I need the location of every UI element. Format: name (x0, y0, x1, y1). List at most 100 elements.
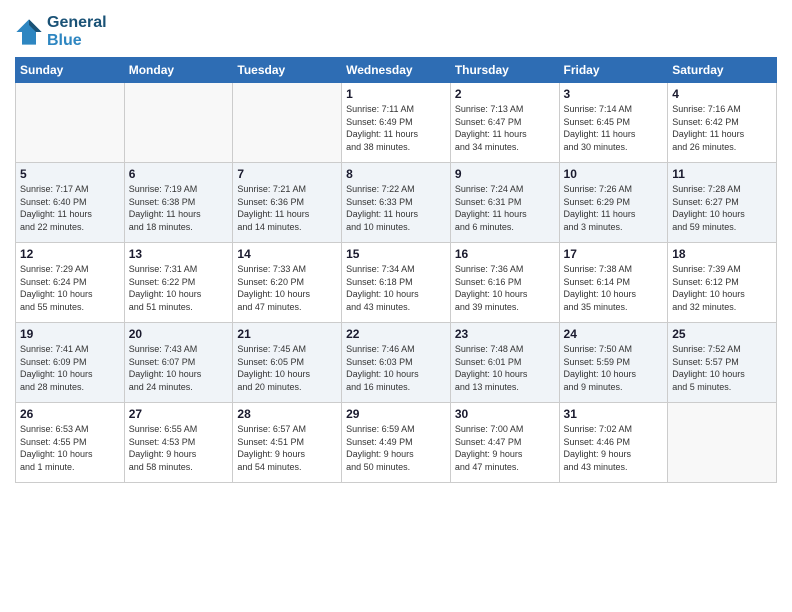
day-number: 20 (129, 327, 229, 341)
header: General Blue (15, 10, 777, 49)
calendar-cell: 19 Sunrise: 7:41 AMSunset: 6:09 PMDayligh… (16, 323, 125, 403)
day-info: Sunrise: 6:55 AMSunset: 4:53 PMDaylight:… (129, 423, 229, 473)
calendar-header-saturday: Saturday (668, 58, 777, 83)
day-info: Sunrise: 7:43 AMSunset: 6:07 PMDaylight:… (129, 343, 229, 393)
day-number: 8 (346, 167, 446, 181)
day-number: 15 (346, 247, 446, 261)
day-number: 5 (20, 167, 120, 181)
calendar-cell: 3 Sunrise: 7:14 AMSunset: 6:45 PMDaylight… (559, 83, 668, 163)
calendar-cell: 29 Sunrise: 6:59 AMSunset: 4:49 PMDayligh… (342, 403, 451, 483)
day-info: Sunrise: 7:19 AMSunset: 6:38 PMDaylight:… (129, 183, 229, 233)
calendar-cell: 16Sunrise: 7:36 AMSunset: 6:16 PMDayligh… (450, 243, 559, 323)
day-number: 2 (455, 87, 555, 101)
calendar: SundayMondayTuesdayWednesdayThursdayFrid… (15, 57, 777, 483)
day-number: 25 (672, 327, 772, 341)
day-info: Sunrise: 7:11 AMSunset: 6:49 PMDaylight:… (346, 103, 446, 153)
day-info: Sunrise: 7:28 AMSunset: 6:27 PMDaylight:… (672, 183, 772, 233)
day-number: 17 (564, 247, 664, 261)
day-info: Sunrise: 7:45 AMSunset: 6:05 PMDaylight:… (237, 343, 337, 393)
calendar-week-3: 12 Sunrise: 7:29 AMSunset: 6:24 PMDayligh… (16, 243, 777, 323)
day-number: 21 (237, 327, 337, 341)
calendar-cell: 8 Sunrise: 7:22 AMSunset: 6:33 PMDaylight… (342, 163, 451, 243)
calendar-cell: 15 Sunrise: 7:34 AMSunset: 6:18 PMDayligh… (342, 243, 451, 323)
page: General Blue SundayMondayTuesdayWednesda… (0, 0, 792, 493)
day-number: 13 (129, 247, 229, 261)
day-info: Sunrise: 7:21 AMSunset: 6:36 PMDaylight:… (237, 183, 337, 233)
day-info: Sunrise: 6:53 AMSunset: 4:55 PMDaylight:… (20, 423, 120, 473)
calendar-cell: 23 Sunrise: 7:48 AMSunset: 6:01 PMDayligh… (450, 323, 559, 403)
day-number: 6 (129, 167, 229, 181)
day-info: Sunrise: 7:34 AMSunset: 6:18 PMDaylight:… (346, 263, 446, 313)
calendar-cell: 4 Sunrise: 7:16 AMSunset: 6:42 PMDaylight… (668, 83, 777, 163)
day-number: 26 (20, 407, 120, 421)
day-number: 30 (455, 407, 555, 421)
calendar-cell: 11 Sunrise: 7:28 AMSunset: 6:27 PMDayligh… (668, 163, 777, 243)
day-number: 27 (129, 407, 229, 421)
calendar-cell: 18Sunrise: 7:39 AMSunset: 6:12 PMDayligh… (668, 243, 777, 323)
day-info: Sunrise: 7:17 AMSunset: 6:40 PMDaylight:… (20, 183, 120, 233)
calendar-cell: 24 Sunrise: 7:50 AMSunset: 5:59 PMDayligh… (559, 323, 668, 403)
calendar-cell: 9Sunrise: 7:24 AMSunset: 6:31 PMDaylight… (450, 163, 559, 243)
logo-text: General Blue (47, 14, 107, 49)
day-info: Sunrise: 7:13 AMSunset: 6:47 PMDaylight:… (455, 103, 555, 153)
day-number: 14 (237, 247, 337, 261)
calendar-cell: 28 Sunrise: 6:57 AMSunset: 4:51 PMDayligh… (233, 403, 342, 483)
day-info: Sunrise: 7:14 AMSunset: 6:45 PMDaylight:… (564, 103, 664, 153)
day-number: 29 (346, 407, 446, 421)
day-info: Sunrise: 7:33 AMSunset: 6:20 PMDaylight:… (237, 263, 337, 313)
day-number: 4 (672, 87, 772, 101)
calendar-cell (124, 83, 233, 163)
day-info: Sunrise: 7:31 AMSunset: 6:22 PMDaylight:… (129, 263, 229, 313)
logo: General Blue (15, 14, 107, 49)
day-number: 12 (20, 247, 120, 261)
day-number: 22 (346, 327, 446, 341)
day-number: 18 (672, 247, 772, 261)
calendar-cell: 31Sunrise: 7:02 AMSunset: 4:46 PMDayligh… (559, 403, 668, 483)
day-info: Sunrise: 7:22 AMSunset: 6:33 PMDaylight:… (346, 183, 446, 233)
day-info: Sunrise: 7:29 AMSunset: 6:24 PMDaylight:… (20, 263, 120, 313)
calendar-cell: 10Sunrise: 7:26 AMSunset: 6:29 PMDayligh… (559, 163, 668, 243)
calendar-header-tuesday: Tuesday (233, 58, 342, 83)
day-number: 24 (564, 327, 664, 341)
day-number: 7 (237, 167, 337, 181)
day-info: Sunrise: 7:00 AMSunset: 4:47 PMDaylight:… (455, 423, 555, 473)
calendar-week-1: 1 Sunrise: 7:11 AMSunset: 6:49 PMDaylight… (16, 83, 777, 163)
calendar-cell: 21 Sunrise: 7:45 AMSunset: 6:05 PMDayligh… (233, 323, 342, 403)
calendar-cell (233, 83, 342, 163)
calendar-header-monday: Monday (124, 58, 233, 83)
calendar-cell (16, 83, 125, 163)
calendar-cell: 22Sunrise: 7:46 AMSunset: 6:03 PMDayligh… (342, 323, 451, 403)
day-number: 3 (564, 87, 664, 101)
day-info: Sunrise: 7:52 AMSunset: 5:57 PMDaylight:… (672, 343, 772, 393)
day-info: Sunrise: 7:48 AMSunset: 6:01 PMDaylight:… (455, 343, 555, 393)
calendar-cell: 17 Sunrise: 7:38 AMSunset: 6:14 PMDayligh… (559, 243, 668, 323)
day-info: Sunrise: 7:38 AMSunset: 6:14 PMDaylight:… (564, 263, 664, 313)
day-number: 1 (346, 87, 446, 101)
calendar-cell: 7 Sunrise: 7:21 AMSunset: 6:36 PMDaylight… (233, 163, 342, 243)
calendar-cell: 2 Sunrise: 7:13 AMSunset: 6:47 PMDaylight… (450, 83, 559, 163)
day-number: 11 (672, 167, 772, 181)
day-info: Sunrise: 7:26 AMSunset: 6:29 PMDaylight:… (564, 183, 664, 233)
day-info: Sunrise: 6:59 AMSunset: 4:49 PMDaylight:… (346, 423, 446, 473)
day-info: Sunrise: 6:57 AMSunset: 4:51 PMDaylight:… (237, 423, 337, 473)
calendar-cell: 27 Sunrise: 6:55 AMSunset: 4:53 PMDayligh… (124, 403, 233, 483)
day-info: Sunrise: 7:02 AMSunset: 4:46 PMDaylight:… (564, 423, 664, 473)
calendar-cell: 13 Sunrise: 7:31 AMSunset: 6:22 PMDayligh… (124, 243, 233, 323)
day-info: Sunrise: 7:50 AMSunset: 5:59 PMDaylight:… (564, 343, 664, 393)
day-info: Sunrise: 7:16 AMSunset: 6:42 PMDaylight:… (672, 103, 772, 153)
day-number: 23 (455, 327, 555, 341)
calendar-cell: 26 Sunrise: 6:53 AMSunset: 4:55 PMDayligh… (16, 403, 125, 483)
day-number: 19 (20, 327, 120, 341)
day-info: Sunrise: 7:24 AMSunset: 6:31 PMDaylight:… (455, 183, 555, 233)
calendar-week-2: 5 Sunrise: 7:17 AMSunset: 6:40 PMDaylight… (16, 163, 777, 243)
day-number: 28 (237, 407, 337, 421)
calendar-cell: 6 Sunrise: 7:19 AMSunset: 6:38 PMDaylight… (124, 163, 233, 243)
day-info: Sunrise: 7:41 AMSunset: 6:09 PMDaylight:… (20, 343, 120, 393)
calendar-cell: 20 Sunrise: 7:43 AMSunset: 6:07 PMDayligh… (124, 323, 233, 403)
calendar-cell: 12 Sunrise: 7:29 AMSunset: 6:24 PMDayligh… (16, 243, 125, 323)
calendar-header-thursday: Thursday (450, 58, 559, 83)
logo-icon (15, 18, 43, 46)
calendar-header-sunday: Sunday (16, 58, 125, 83)
calendar-cell: 5 Sunrise: 7:17 AMSunset: 6:40 PMDaylight… (16, 163, 125, 243)
calendar-cell: 14 Sunrise: 7:33 AMSunset: 6:20 PMDayligh… (233, 243, 342, 323)
